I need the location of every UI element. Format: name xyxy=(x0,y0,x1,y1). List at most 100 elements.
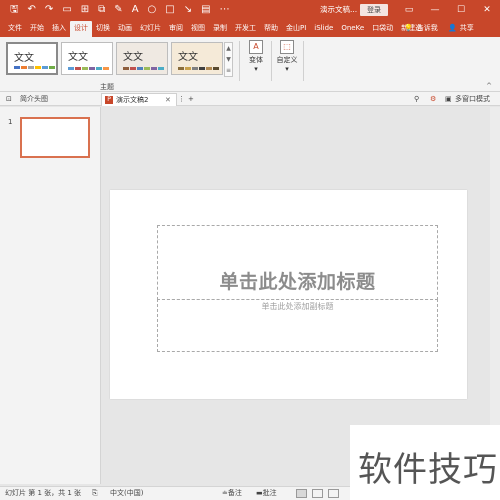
color-swatch xyxy=(14,66,20,69)
color-swatch xyxy=(213,67,219,70)
menu-tab[interactable]: 视图 xyxy=(187,21,209,37)
save-icon[interactable]: 🖫 xyxy=(10,0,19,20)
search-icon[interactable]: ⚲ xyxy=(414,92,419,106)
ribbon-separator xyxy=(239,41,240,81)
title-placeholder-text: 单击此处添加标题 xyxy=(219,271,376,293)
comments-button[interactable]: ▬ 批注 xyxy=(256,487,277,500)
tell-me[interactable]: 💡 告诉我 xyxy=(404,20,438,36)
window-controls: ▭ — ☐ ✕ xyxy=(396,0,500,20)
color-swatch xyxy=(68,67,74,70)
new-tab-icon[interactable]: + xyxy=(188,92,194,106)
color-swatch xyxy=(21,66,27,69)
color-swatch xyxy=(199,67,205,70)
notes-button[interactable]: ≐ 备注 xyxy=(222,487,242,500)
customize-button[interactable]: ⬚ 自定义▾ xyxy=(275,40,299,74)
theme-thumbnail[interactable]: 文文 xyxy=(116,42,168,75)
document-tab-strip: ⊡ 简介头图 P 演示文稿2 ✕ ⋮ + ⚲ ⚙ ▣ 多窗口模式 xyxy=(0,92,500,106)
ribbon-separator xyxy=(271,41,272,81)
theme-color-swatches xyxy=(68,67,109,70)
spellcheck-icon[interactable]: ⎘ xyxy=(92,487,98,500)
minimize-icon[interactable]: — xyxy=(422,0,448,20)
slide-sorter-view-button[interactable] xyxy=(312,489,323,498)
redo-icon[interactable]: ↷ xyxy=(45,0,53,20)
close-icon[interactable]: ✕ xyxy=(474,0,500,20)
pane-tab-label[interactable]: 简介头图 xyxy=(20,92,48,106)
title-bar: 🖫 ↶ ↷ ▭ ⊞ ⧉ ✎ A ○ □ ↘ ▤ ⋯ 演示文稿... 登录 ▭ — ☐ ✕ xyxy=(0,0,500,20)
arrow-icon[interactable]: ↘ xyxy=(184,0,192,20)
doc-tab[interactable]: P 演示文稿2 ✕ xyxy=(101,93,177,106)
slide-info: 幻灯片 第 1 张，共 1 张 xyxy=(5,489,82,497)
color-swatch xyxy=(123,67,129,70)
color-swatch xyxy=(82,67,88,70)
color-swatch xyxy=(28,66,34,69)
pane-icon[interactable]: ⊡ xyxy=(6,92,12,106)
text-icon[interactable]: A xyxy=(132,0,139,20)
layout-icon[interactable]: ▤ xyxy=(201,0,210,20)
theme-sample-text: 文文 xyxy=(68,52,88,63)
share-button[interactable]: 👤 共享 xyxy=(448,20,474,36)
undo-icon[interactable]: ↶ xyxy=(28,0,36,20)
maximize-icon[interactable]: ☐ xyxy=(448,0,474,20)
color-swatch xyxy=(151,67,157,70)
shape-circle-icon[interactable]: ○ xyxy=(148,0,157,20)
menu-tab[interactable]: 动画 xyxy=(114,21,136,37)
menu-tab[interactable]: 金山PI xyxy=(282,21,310,37)
status-bar: 幻灯片 第 1 张，共 1 张 ⎘ 中文(中国) ≐ 备注 ▬ 批注 xyxy=(0,486,350,500)
theme-thumbnail[interactable]: 文文 xyxy=(61,42,113,75)
color-swatch xyxy=(137,67,143,70)
watermark: 软件技巧 xyxy=(350,425,500,500)
login-button[interactable]: 登录 xyxy=(360,4,388,16)
menu-tab[interactable]: 切换 xyxy=(92,21,114,37)
menu-tab[interactable]: 插入 xyxy=(48,21,70,37)
tab-menu-icon[interactable]: ⋮ xyxy=(178,92,185,106)
theme-sample-text: 文文 xyxy=(123,52,143,63)
menu-tab[interactable]: OneKe xyxy=(337,21,368,37)
window-icon: ▣ xyxy=(445,95,452,103)
powerpoint-icon: P xyxy=(105,96,113,104)
tell-me-label: 告诉我 xyxy=(416,24,438,32)
theme-sample-text: 文文 xyxy=(14,53,34,64)
variants-button[interactable]: A 变体 ▾ xyxy=(244,40,268,74)
color-swatch xyxy=(42,66,48,69)
slides-icon[interactable]: ▭ xyxy=(62,0,71,20)
theme-gallery-scroll[interactable]: ▲ ▼ ≡ xyxy=(224,42,233,77)
subtitle-placeholder[interactable]: 单击此处添加副标题 xyxy=(157,299,438,352)
language-indicator[interactable]: 中文(中国) xyxy=(110,487,143,500)
collapse-ribbon-icon[interactable]: ^ xyxy=(486,82,492,90)
subtitle-placeholder-text: 单击此处添加副标题 xyxy=(261,302,334,311)
menu-tab[interactable]: 文件 xyxy=(4,21,26,37)
menu-tab[interactable]: 开始 xyxy=(26,21,48,37)
theme-thumbnail[interactable]: 文文 xyxy=(6,42,58,75)
more-icon[interactable]: ⋯ xyxy=(220,0,230,20)
shape-rect-icon[interactable]: □ xyxy=(165,0,174,20)
multi-window-button[interactable]: 多窗口模式 xyxy=(455,92,490,106)
slide-thumbnail[interactable] xyxy=(20,117,90,158)
arrange-icon[interactable]: ⧉ xyxy=(98,0,105,20)
title-placeholder[interactable]: 单击此处添加标题 xyxy=(157,225,438,300)
ribbon: 文文 文文 文文 文文 ▲ ▼ ≡ 主题 A 变体 ▾ ⬚ 自定义▾ ^ xyxy=(0,37,500,92)
menu-tab[interactable]: 幻灯片 xyxy=(136,21,165,37)
quick-access-toolbar: 🖫 ↶ ↷ ▭ ⊞ ⧉ ✎ A ○ □ ↘ ▤ ⋯ xyxy=(0,0,230,20)
slide-size-icon: ⬚ xyxy=(280,40,294,54)
reading-view-button[interactable] xyxy=(328,489,339,498)
ribbon-display-icon[interactable]: ▭ xyxy=(396,0,422,20)
close-tab-icon[interactable]: ✕ xyxy=(165,94,171,106)
normal-view-button[interactable] xyxy=(296,489,307,498)
color-swatch xyxy=(35,66,41,69)
menu-tab[interactable]: 帮助 xyxy=(260,21,282,37)
menu-tab[interactable]: 口袋动 xyxy=(368,21,397,37)
theme-thumbnail[interactable]: 文文 xyxy=(171,42,223,75)
menu-tab[interactable]: 录制 xyxy=(209,21,231,37)
settings-gear-icon[interactable]: ⚙ xyxy=(430,92,436,106)
theme-sample-text: 文文 xyxy=(178,52,198,63)
ribbon-separator xyxy=(303,41,304,81)
notes-label: 备注 xyxy=(227,489,242,497)
pen-icon[interactable]: ✎ xyxy=(114,0,122,20)
menu-tab[interactable]: 设计 xyxy=(70,21,92,37)
menu-tab[interactable]: 审阅 xyxy=(165,21,187,37)
menu-tab[interactable]: iSlide xyxy=(310,21,337,37)
menu-tab[interactable]: 开发工 xyxy=(231,21,260,37)
slide-number: 1 xyxy=(8,118,13,126)
format-icon[interactable]: ⊞ xyxy=(81,0,89,20)
color-swatch xyxy=(192,67,198,70)
